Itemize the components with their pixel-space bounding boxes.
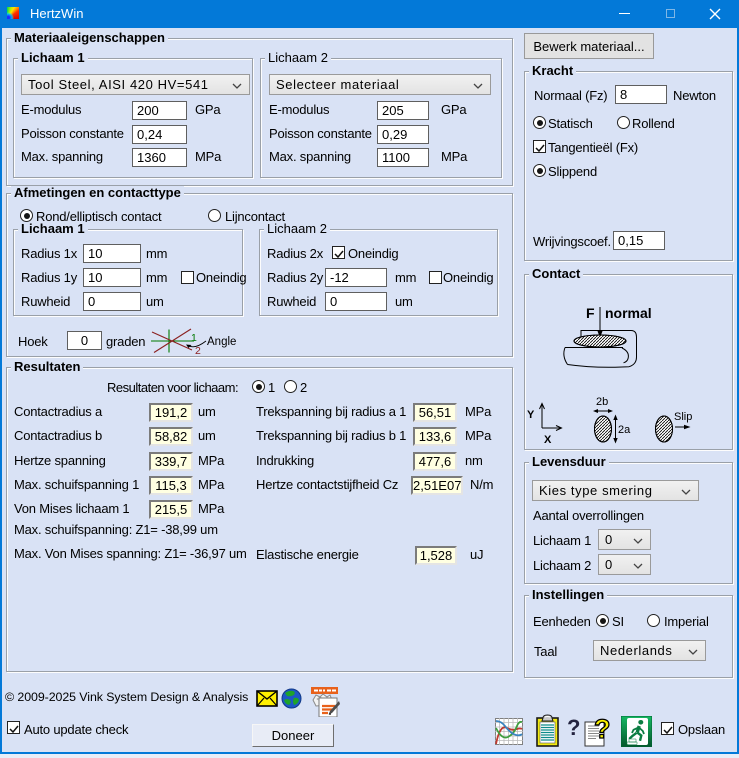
svg-text:Y: Y <box>527 409 535 421</box>
svg-text:normal: normal <box>605 305 652 321</box>
svg-text:X: X <box>544 434 552 446</box>
svg-text:2b: 2b <box>596 396 608 408</box>
svg-text:2a: 2a <box>618 424 631 436</box>
svg-text:2: 2 <box>195 345 201 356</box>
svg-text:?: ? <box>594 714 611 744</box>
svg-text:Angle: Angle <box>207 336 236 348</box>
svg-text:1: 1 <box>191 332 197 344</box>
svg-text:F: F <box>586 305 595 321</box>
svg-text:Slip: Slip <box>674 411 692 423</box>
